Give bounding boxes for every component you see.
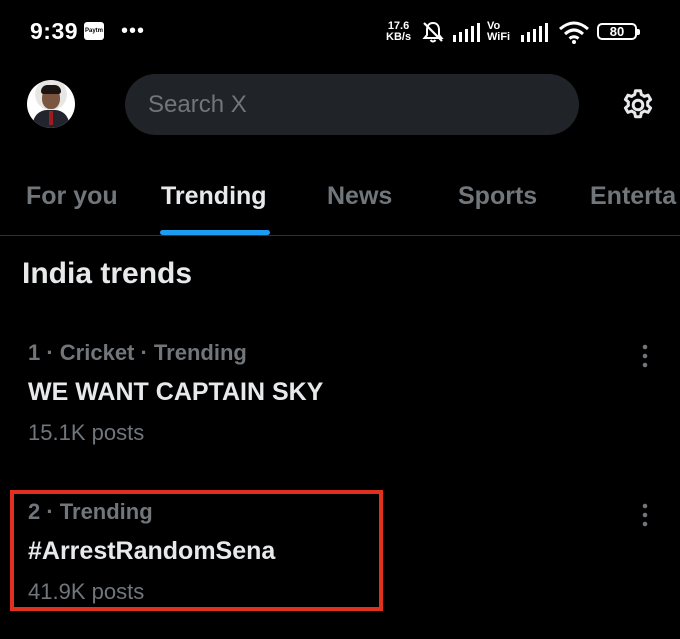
tab-trending[interactable]: Trending bbox=[161, 182, 267, 211]
status-bar: 9:39 Paytm ••• 17.6 KB/s Vo WiFi 80 bbox=[0, 0, 680, 64]
vowifi-bottom: WiFi bbox=[487, 31, 511, 43]
vowifi-indicator: Vo WiFi bbox=[487, 21, 510, 43]
network-speed: 17.6 KB/s bbox=[386, 21, 411, 43]
highlight-annotation-box bbox=[10, 490, 383, 611]
trend-name: WE WANT CAPTAIN SKY bbox=[28, 378, 324, 406]
search-input[interactable] bbox=[146, 89, 550, 120]
more-options-icon[interactable] bbox=[634, 342, 656, 370]
search-bar[interactable] bbox=[125, 74, 579, 135]
wifi-icon bbox=[559, 21, 589, 44]
tab-news[interactable]: News bbox=[327, 182, 392, 211]
cell-signal-2-icon bbox=[521, 23, 548, 42]
section-title: India trends bbox=[22, 257, 193, 290]
cell-signal-1-icon bbox=[453, 23, 480, 42]
status-time: 9:39 bbox=[30, 18, 79, 44]
settings-gear-icon[interactable] bbox=[620, 87, 656, 123]
trend-post-count: 15.1K posts bbox=[28, 420, 145, 445]
network-speed-unit: KB/s bbox=[386, 31, 412, 43]
mute-bell-icon bbox=[422, 21, 444, 43]
tab-entertainment[interactable]: Enterta bbox=[590, 182, 676, 211]
tab-bar: For you Trending News Sports Enterta bbox=[0, 160, 680, 236]
trend-item[interactable]: 1 · Cricket · Trending WE WANT CAPTAIN S… bbox=[0, 340, 680, 450]
trend-meta: 1 · Cricket · Trending bbox=[28, 340, 247, 365]
battery-indicator: 80 bbox=[597, 23, 640, 40]
more-options-icon[interactable] bbox=[634, 501, 656, 529]
profile-avatar[interactable] bbox=[27, 80, 75, 128]
tab-for-you[interactable]: For you bbox=[26, 182, 118, 211]
paytm-icon: Paytm bbox=[84, 22, 104, 40]
tab-sports[interactable]: Sports bbox=[458, 182, 537, 211]
active-tab-indicator bbox=[160, 230, 270, 235]
more-notifications-icon: ••• bbox=[121, 20, 146, 42]
